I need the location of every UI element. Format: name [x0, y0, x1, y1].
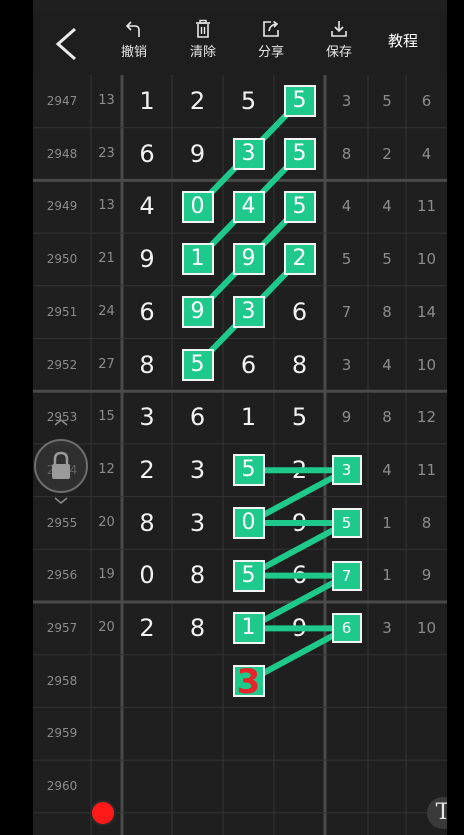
highlight-box: 5 — [181, 348, 214, 381]
highlight-box: 3 — [331, 455, 362, 486]
toolbar: 撤销 清除 分享 保存 教程 — [33, 11, 447, 73]
highlight-box: 3 — [232, 296, 265, 329]
clear-label: 清除 — [189, 45, 216, 60]
undo-button[interactable]: 撤销 — [111, 19, 157, 67]
highlight-box: 1 — [181, 243, 214, 276]
highlight-box: 0 — [232, 506, 265, 539]
handwritten-annotation: 3 — [232, 665, 265, 699]
highlight-box: 0 — [181, 190, 214, 223]
highlight-box: 7 — [331, 560, 362, 591]
tutorial-button[interactable]: 教程 — [388, 30, 418, 51]
highlight-box: 5 — [232, 559, 265, 592]
highlight-box: 9 — [181, 296, 214, 329]
lock-button[interactable] — [34, 439, 88, 493]
highlight-box: 1 — [232, 612, 265, 645]
trash-icon — [196, 19, 210, 38]
record-button[interactable] — [90, 800, 116, 826]
share-label: 分享 — [257, 45, 284, 60]
highlight-layer: 535045192935530557163 — [33, 75, 447, 835]
chevron-down-icon — [54, 497, 68, 504]
undo-label: 撤销 — [120, 45, 147, 60]
highlight-box: 4 — [232, 190, 265, 223]
download-icon — [331, 21, 347, 37]
highlight-box: 2 — [283, 243, 316, 276]
clear-button[interactable]: 清除 — [180, 19, 226, 67]
highlight-box: 5 — [283, 190, 316, 223]
share-button[interactable]: 分享 — [248, 19, 294, 67]
highlight-box: 5 — [283, 85, 316, 118]
highlight-box: 9 — [232, 243, 265, 276]
lock-icon — [52, 451, 70, 479]
highlight-box: 5 — [331, 507, 362, 538]
save-label: 保存 — [325, 45, 352, 60]
chevron-up-icon — [54, 419, 68, 426]
back-arrow-icon[interactable] — [53, 27, 79, 61]
save-button[interactable]: 保存 — [316, 19, 362, 67]
share-icon — [263, 20, 279, 37]
highlight-box: 5 — [232, 454, 265, 487]
highlight-box: 3 — [232, 138, 265, 171]
highlight-box: 5 — [283, 138, 316, 171]
highlight-box: 6 — [331, 613, 362, 644]
app-frame: 撤销 清除 分享 保存 教程 2947 13 1 2 5 3 5 6 2948 … — [33, 0, 447, 835]
undo-icon — [125, 21, 140, 37]
